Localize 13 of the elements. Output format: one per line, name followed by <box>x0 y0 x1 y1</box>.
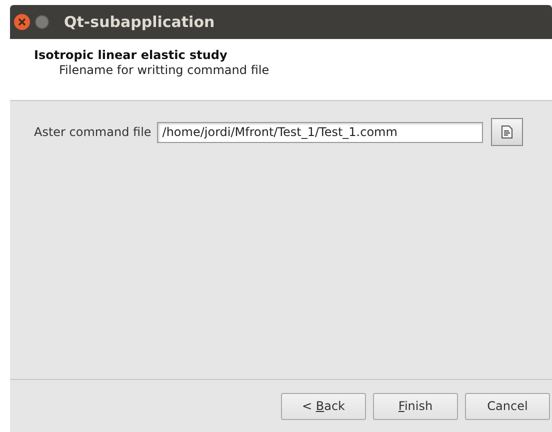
dialog-button[interactable]: Cancel <box>465 392 550 420</box>
field-label: Aster command file <box>34 125 152 139</box>
dialog-button[interactable]: < Back <box>281 392 366 420</box>
page-subtitle: Filename for writting command file <box>58 63 270 77</box>
document-icon <box>501 125 514 139</box>
page-title: Isotropic linear elastic study <box>34 48 228 62</box>
browse-button[interactable] <box>491 118 524 146</box>
close-icon <box>18 18 26 26</box>
dialog-button[interactable]: Finish <box>373 392 458 420</box>
window-title: Qt-subapplication <box>64 13 215 31</box>
minimize-button[interactable] <box>35 15 49 29</box>
input-field[interactable]: /home/jordi/Mfront/Test_1/Test_1.comm <box>157 122 484 142</box>
close-button[interactable] <box>14 14 30 30</box>
